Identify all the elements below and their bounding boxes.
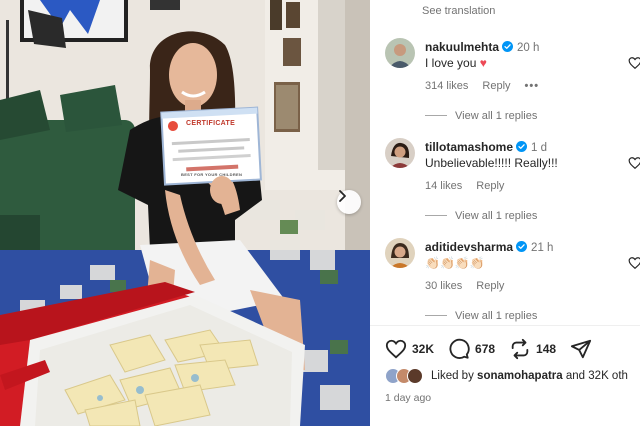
liked-by-prefix: Liked by — [431, 370, 474, 382]
reply-button[interactable]: Reply — [476, 280, 504, 292]
comment-username[interactable]: tillotamashome 1 d — [425, 140, 547, 154]
like-button[interactable]: 32K — [385, 338, 434, 360]
likes-count: 32K — [412, 342, 435, 356]
comment-username[interactable]: nakuulmehta 20 h — [425, 40, 539, 54]
comment-time: 21 h — [531, 242, 554, 254]
post-timestamp: 1 day ago — [385, 392, 432, 404]
repost-button[interactable]: 148 — [509, 338, 556, 360]
heart-icon[interactable] — [628, 156, 640, 170]
photo-illustration — [0, 0, 370, 426]
heart-emoji: ♥ — [479, 56, 487, 70]
avatar[interactable] — [385, 138, 415, 168]
repost-icon — [511, 338, 529, 360]
comment-meta: 30 likes Reply — [425, 280, 518, 292]
heart-icon — [385, 339, 407, 359]
comment-text: I love you ♥ — [425, 56, 487, 70]
liked-by-user[interactable]: sonamohapatra — [477, 370, 563, 382]
comment-icon — [449, 338, 470, 359]
post-photo[interactable]: CERTIFICATE BEST FOR YOUR CHILDREN — [0, 0, 370, 426]
view-replies-link[interactable]: View all 1 replies — [425, 210, 537, 222]
avatar[interactable] — [385, 238, 415, 268]
avatar[interactable] — [385, 38, 415, 68]
certificate-title: CERTIFICATE — [186, 120, 236, 127]
share-button[interactable] — [570, 338, 597, 360]
verified-badge-icon — [516, 141, 528, 152]
view-replies-link[interactable]: View all 1 replies — [425, 310, 537, 322]
comment-username[interactable]: aditidevsharma 21 h — [425, 240, 553, 254]
comments-panel: See translation nakuulmehta 20 h I love y… — [370, 0, 640, 426]
comment-text: 👏🏻👏🏻👏🏻👏🏻 — [425, 256, 485, 270]
reposts-count: 148 — [536, 342, 557, 356]
liked-by-suffix: and 32K oth — [565, 370, 628, 382]
liked-by-avatars — [385, 368, 425, 384]
liked-by[interactable]: Liked by sonamohapatra and 32K oth — [385, 368, 628, 384]
next-photo-button[interactable] — [337, 190, 361, 214]
view-replies-link[interactable]: View all 1 replies — [425, 110, 537, 122]
comment-likes[interactable]: 314 likes — [425, 80, 468, 92]
post-action-bar: 32K 678 148 — [385, 338, 611, 360]
comment-time: 1 d — [531, 142, 548, 154]
see-translation-link[interactable]: See translation — [422, 5, 495, 17]
verified-badge-icon — [516, 241, 528, 252]
certificate-subtitle: BEST FOR YOUR CHILDREN — [181, 172, 243, 177]
comment-button[interactable]: 678 — [448, 338, 495, 360]
chevron-right-icon — [339, 190, 346, 202]
comment-time: 20 h — [517, 42, 540, 54]
reply-button[interactable]: Reply — [476, 180, 504, 192]
send-icon — [570, 339, 592, 359]
heart-icon[interactable] — [628, 56, 640, 70]
reply-button[interactable]: Reply — [482, 80, 510, 92]
verified-badge-icon — [502, 41, 514, 52]
comment-likes[interactable]: 30 likes — [425, 280, 462, 292]
more-options-button[interactable]: ••• — [525, 80, 540, 92]
heart-icon[interactable] — [628, 256, 640, 270]
comments-count: 678 — [475, 342, 496, 356]
comment-meta: 314 likes Reply ••• — [425, 80, 553, 92]
comment-likes[interactable]: 14 likes — [425, 180, 462, 192]
comment-meta: 14 likes Reply — [425, 180, 518, 192]
divider — [370, 325, 640, 326]
comment-text: Unbelievable!!!!! Really!!! — [425, 156, 558, 170]
